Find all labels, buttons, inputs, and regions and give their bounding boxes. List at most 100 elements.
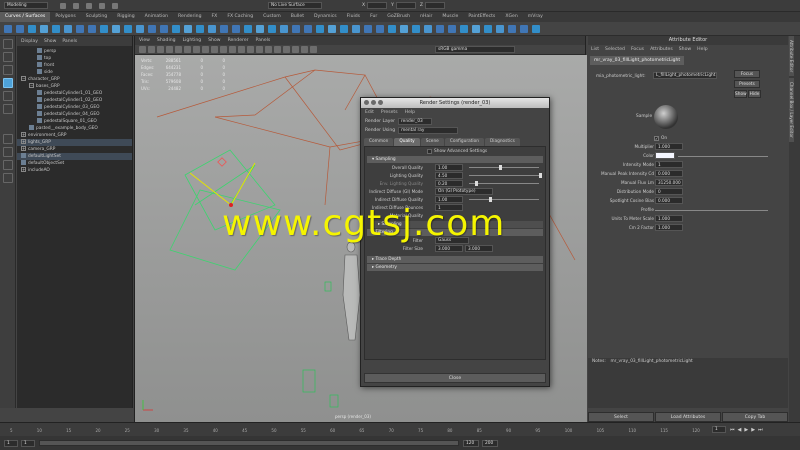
- shelf-tab-fx-caching[interactable]: FX Caching: [222, 12, 258, 22]
- cylinder-icon[interactable]: [100, 24, 108, 33]
- select-tool-icon[interactable]: [2, 39, 13, 49]
- tab-diagnostics[interactable]: Diagnostics: [484, 137, 520, 146]
- bevel-icon[interactable]: [196, 24, 204, 33]
- ae-menu-attributes[interactable]: Attributes: [650, 47, 673, 52]
- viewport-menu-renderer[interactable]: Renderer: [228, 38, 249, 43]
- outliner-item-pasted-example-body-geo[interactable]: pasted__example_body_GEO: [17, 125, 132, 132]
- outliner-item-camera-grp[interactable]: + camera_GRP: [17, 146, 132, 153]
- image-plane-icon[interactable]: [166, 46, 173, 53]
- light-target[interactable]: [217, 157, 227, 167]
- torus-icon[interactable]: [136, 24, 144, 33]
- shelf-tab-xgen[interactable]: XGen: [500, 12, 522, 22]
- ao-icon[interactable]: [256, 46, 263, 53]
- square-surface-icon[interactable]: [328, 24, 336, 33]
- unlock-length-icon[interactable]: [484, 24, 492, 33]
- load-attributes-button[interactable]: Load Attributes: [655, 412, 721, 422]
- outliner-item-bases-grp[interactable]: − bases_GRP: [17, 83, 132, 90]
- resolution-gate-icon[interactable]: [193, 46, 200, 53]
- smooth-icon[interactable]: [448, 24, 456, 33]
- shelf-tab-animation[interactable]: Animation: [140, 12, 173, 22]
- wireframe-icon[interactable]: [211, 46, 218, 53]
- menu-set-dropdown[interactable]: Modeling: [4, 2, 48, 9]
- playback-end-field[interactable]: 120: [463, 439, 479, 447]
- detach-icon[interactable]: [220, 24, 228, 33]
- offset-icon[interactable]: [352, 24, 360, 33]
- node-tab[interactable]: mr_vray_03_fillLight_photometricLight: [590, 56, 685, 65]
- lighting-quality-knob[interactable]: [539, 173, 542, 178]
- collapse-icon[interactable]: −: [29, 83, 34, 88]
- straighten-icon[interactable]: [532, 24, 540, 33]
- focus-button[interactable]: Focus: [734, 70, 760, 78]
- node-icon[interactable]: [37, 69, 42, 74]
- node-icon[interactable]: [37, 97, 42, 102]
- layout-single-icon[interactable]: [2, 134, 13, 144]
- indirect-quality-field[interactable]: 1.00: [435, 196, 463, 203]
- smooth-shade-icon[interactable]: [220, 46, 227, 53]
- manual-peak-intensity-cd-field[interactable]: 0.000: [655, 170, 683, 177]
- time-slider[interactable]: 5 10 15 20 25 30 35 40 45 50 55 60 65 70 75 80 85 90 95 100…: [0, 422, 800, 436]
- indirect-mode-dropdown[interactable]: On (GI Prototype): [435, 188, 493, 195]
- tab-configuration[interactable]: Configuration: [444, 137, 484, 146]
- shelf-tab-rigging[interactable]: Rigging: [112, 12, 139, 22]
- move-axis-y[interactable]: [230, 162, 256, 206]
- shadows-icon[interactable]: [247, 46, 254, 53]
- curve-tool-icon[interactable]: [28, 24, 36, 33]
- ae-menu-selected[interactable]: Selected: [605, 47, 625, 52]
- shelf-tab-rendering[interactable]: Rendering: [173, 12, 206, 22]
- lights-icon[interactable]: [238, 46, 245, 53]
- cv-hardness-icon[interactable]: [460, 24, 468, 33]
- lock-length-icon[interactable]: [472, 24, 480, 33]
- dialog-menu-edit[interactable]: Edit: [365, 110, 374, 115]
- y-field[interactable]: [395, 2, 416, 9]
- expand-icon[interactable]: +: [21, 139, 26, 144]
- geometry-header[interactable]: ▸ Geometry: [367, 264, 543, 271]
- character-figure[interactable]: [342, 241, 361, 341]
- open-scene-icon[interactable]: [73, 2, 79, 9]
- insert-isoparm-icon[interactable]: [388, 24, 396, 33]
- layout-four-icon[interactable]: [2, 147, 13, 157]
- current-frame-field[interactable]: 1: [712, 426, 726, 433]
- node-icon[interactable]: [37, 111, 42, 116]
- multiplier-field[interactable]: 1.000: [655, 143, 683, 150]
- shelf-tab-muscle[interactable]: Muscle: [437, 12, 463, 22]
- lighting-quality-field[interactable]: 4.50: [435, 172, 463, 179]
- lock-camera-icon[interactable]: [148, 46, 155, 53]
- node-icon[interactable]: [21, 160, 26, 165]
- env-lighting-quality-knob[interactable]: [475, 181, 478, 186]
- reverse-icon[interactable]: [364, 24, 372, 33]
- outliner-item-pedestalsquare-01-geo[interactable]: pedestalSquare_01_GEO: [17, 118, 132, 125]
- viewport-menu-panels[interactable]: Panels: [256, 38, 271, 43]
- duplicate-curve-icon[interactable]: [424, 24, 432, 33]
- stitch-icon[interactable]: [292, 24, 300, 33]
- plane-icon[interactable]: [124, 24, 132, 33]
- go-end-icon[interactable]: ⏭: [758, 427, 763, 433]
- show-button[interactable]: Show: [734, 90, 747, 98]
- lasso-tool-icon[interactable]: [2, 52, 13, 62]
- planar-icon[interactable]: [160, 24, 168, 33]
- range-bar-slider[interactable]: [39, 440, 459, 446]
- node-icon[interactable]: [37, 90, 42, 95]
- move-tool-icon[interactable]: [2, 78, 13, 88]
- tab-scene[interactable]: Scene: [420, 137, 444, 146]
- isolate-icon[interactable]: [283, 46, 290, 53]
- profile-slider[interactable]: [655, 210, 768, 211]
- aa-icon[interactable]: [274, 46, 281, 53]
- ae-menu-show[interactable]: Show: [679, 47, 691, 52]
- units-to-meter-scale-field[interactable]: 1.000: [655, 215, 683, 222]
- shelf-tab-fluids[interactable]: Fluids: [342, 12, 365, 22]
- shelf-tab-gozbrush[interactable]: GoZBrush: [382, 12, 415, 22]
- presets-button[interactable]: Presets: [734, 80, 760, 88]
- indirect-quality-slider[interactable]: [469, 197, 539, 202]
- shelf-tab-dynamics[interactable]: Dynamics: [309, 12, 342, 22]
- dialog-minimize-icon[interactable]: [371, 100, 376, 105]
- range-start-field[interactable]: 1: [4, 439, 18, 447]
- scale-curvature-icon[interactable]: [520, 24, 528, 33]
- scale-tool-icon[interactable]: [2, 104, 13, 114]
- node-icon[interactable]: [37, 118, 42, 123]
- intensity-mode-field[interactable]: 1: [655, 161, 683, 168]
- cone-icon[interactable]: [112, 24, 120, 33]
- redo-icon[interactable]: [112, 2, 118, 9]
- color-swatch[interactable]: [655, 152, 675, 159]
- step-forward-icon[interactable]: ▶: [751, 427, 755, 433]
- overall-quality-knob[interactable]: [499, 165, 502, 170]
